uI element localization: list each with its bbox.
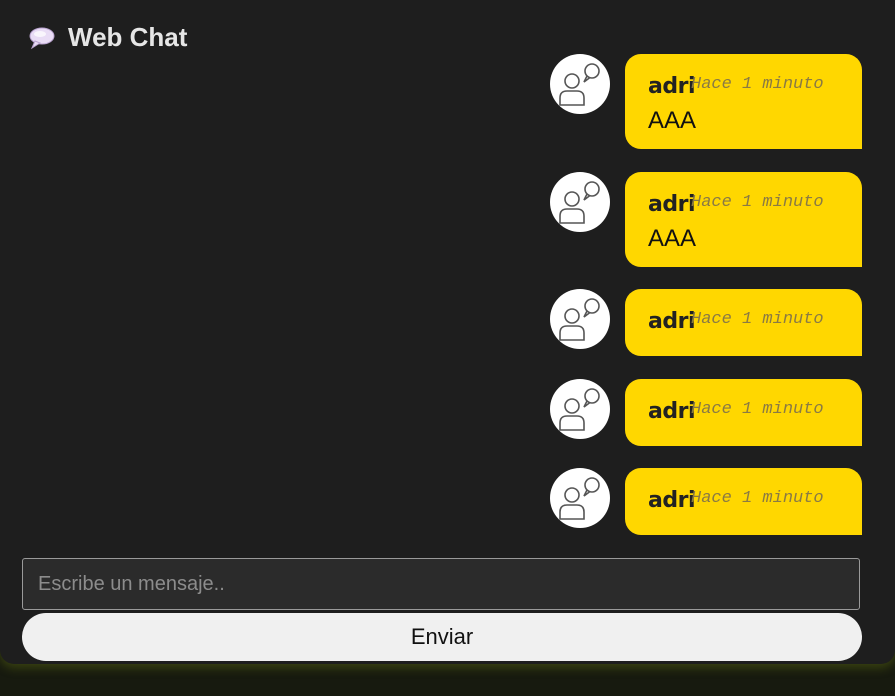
message-timestamp: Hace 1 minuto — [691, 400, 824, 419]
message-author: adri — [648, 74, 695, 99]
chat-window: Web Chat adri Hace 1 minuto AAA adri Hac… — [0, 0, 895, 664]
message-bubble: adri Hace 1 minuto — [625, 379, 862, 446]
message-bubble: adri Hace 1 minuto — [625, 468, 862, 535]
message-timestamp: Hace 1 minuto — [691, 193, 824, 212]
message-timestamp: Hace 1 minuto — [691, 489, 824, 508]
message-bubble: adri Hace 1 minuto AAA — [625, 172, 862, 267]
message-text: AAA — [648, 225, 697, 252]
speech-bubble-icon — [29, 27, 55, 49]
message-author: adri — [648, 399, 695, 424]
user-chat-avatar-icon — [559, 477, 600, 520]
message-timestamp: Hace 1 minuto — [691, 310, 824, 329]
message-bubble: adri Hace 1 minuto AAA — [625, 54, 862, 149]
chat-header: Web Chat — [28, 22, 187, 53]
message-author: adri — [648, 488, 695, 513]
user-chat-avatar-icon — [559, 388, 600, 431]
user-avatar — [550, 289, 610, 349]
message-timestamp: Hace 1 minuto — [691, 75, 824, 94]
app-title: Web Chat — [68, 22, 188, 52]
user-avatar — [550, 172, 610, 232]
user-avatar — [550, 468, 610, 528]
user-chat-avatar-icon — [559, 298, 600, 341]
user-avatar — [550, 379, 610, 439]
message-author: adri — [648, 192, 695, 217]
message-input[interactable] — [22, 558, 860, 610]
user-avatar — [550, 54, 610, 114]
message-bubble: adri Hace 1 minuto — [625, 289, 862, 356]
user-chat-avatar-icon — [559, 63, 600, 106]
message-text: AAA — [648, 107, 697, 134]
user-chat-avatar-icon — [559, 181, 600, 224]
message-author: adri — [648, 309, 695, 334]
send-button[interactable]: Enviar — [22, 613, 862, 661]
